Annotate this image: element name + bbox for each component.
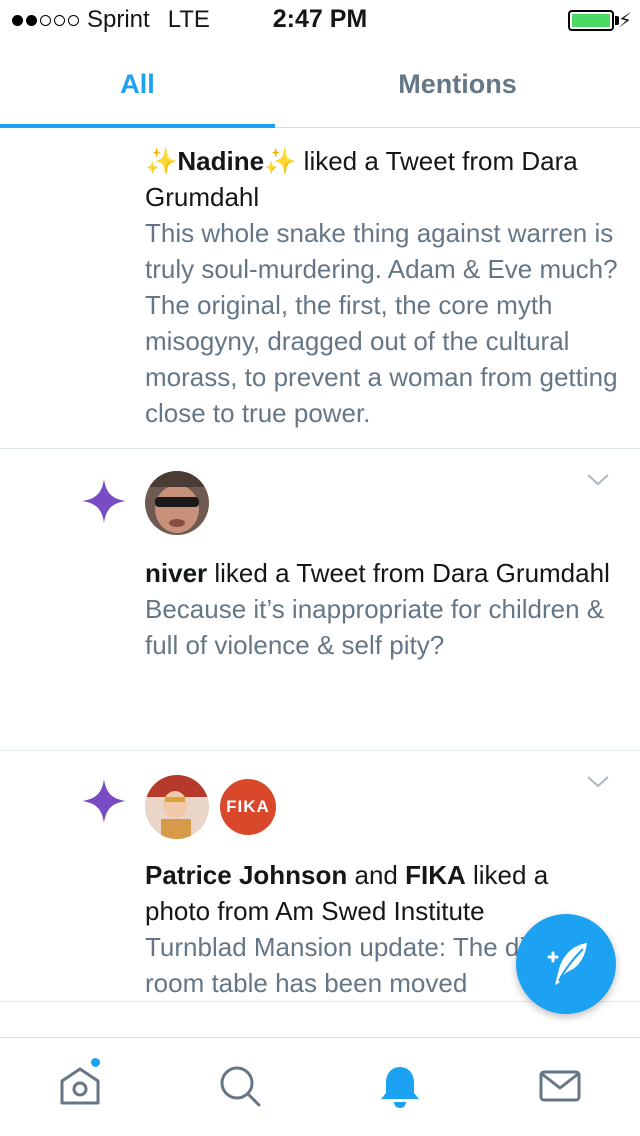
avatar[interactable] <box>145 775 209 839</box>
avatar[interactable] <box>145 471 209 535</box>
notification-headline: niver liked a Tweet from Dara Grumdahl <box>145 555 620 591</box>
sparkles-emoji: ✨ <box>145 146 178 176</box>
nav-messages[interactable] <box>536 1062 584 1110</box>
sparkle-like-icon <box>82 479 126 523</box>
active-tab-indicator <box>0 124 275 128</box>
home-icon <box>60 1067 100 1105</box>
notification-headline: ✨Nadine✨ liked a Tweet from Dara Grumdah… <box>145 143 620 215</box>
search-icon <box>220 1066 261 1107</box>
tweet-text: Because it’s inappropriate for children … <box>145 594 605 660</box>
nav-notifications[interactable] <box>376 1062 424 1110</box>
chevron-down-icon[interactable] <box>586 473 610 487</box>
sparkle-like-icon <box>82 779 126 823</box>
notification-action: liked a Tweet from Dara Grumdahl <box>207 558 610 588</box>
actor-name[interactable]: Patrice Johnson <box>145 860 347 890</box>
tab-all[interactable]: All <box>0 40 275 128</box>
battery-icon <box>568 10 614 31</box>
actor-name[interactable]: Nadine <box>177 146 264 176</box>
nav-search[interactable] <box>216 1062 264 1110</box>
compose-tweet-button[interactable] <box>516 914 616 1014</box>
charging-bolt-icon: ⚡ <box>617 10 632 32</box>
new-items-badge <box>89 1056 102 1069</box>
sparkles-emoji: ✨ <box>264 146 297 176</box>
notifications-feed[interactable]: ✨Nadine✨ liked a Tweet from Dara Grumdah… <box>0 129 640 1037</box>
actor-name[interactable]: niver <box>145 558 207 588</box>
connector-text: and <box>347 860 406 890</box>
bottom-tab-bar <box>0 1037 640 1136</box>
notification-item[interactable]: ✨Nadine✨ liked a Tweet from Dara Grumdah… <box>0 129 640 449</box>
chevron-down-icon[interactable] <box>586 775 610 789</box>
notification-item[interactable]: niver liked a Tweet from Dara Grumdahl B… <box>0 449 640 751</box>
tweet-text: This whole snake thing against warren is… <box>145 218 618 428</box>
nav-home[interactable] <box>56 1062 104 1110</box>
avatar-fika[interactable]: FIKA <box>220 779 276 835</box>
tab-mentions[interactable]: Mentions <box>320 40 595 128</box>
status-bar: Sprint LTE 2:47 PM ⚡ <box>0 0 640 40</box>
messages-envelope-icon <box>539 1070 581 1102</box>
compose-tweet-icon <box>547 943 587 985</box>
clock: 2:47 PM <box>272 5 368 33</box>
actor-name[interactable]: FIKA <box>405 860 466 890</box>
notifications-bell-icon <box>381 1067 419 1108</box>
notification-tabs: All Mentions <box>0 40 640 128</box>
